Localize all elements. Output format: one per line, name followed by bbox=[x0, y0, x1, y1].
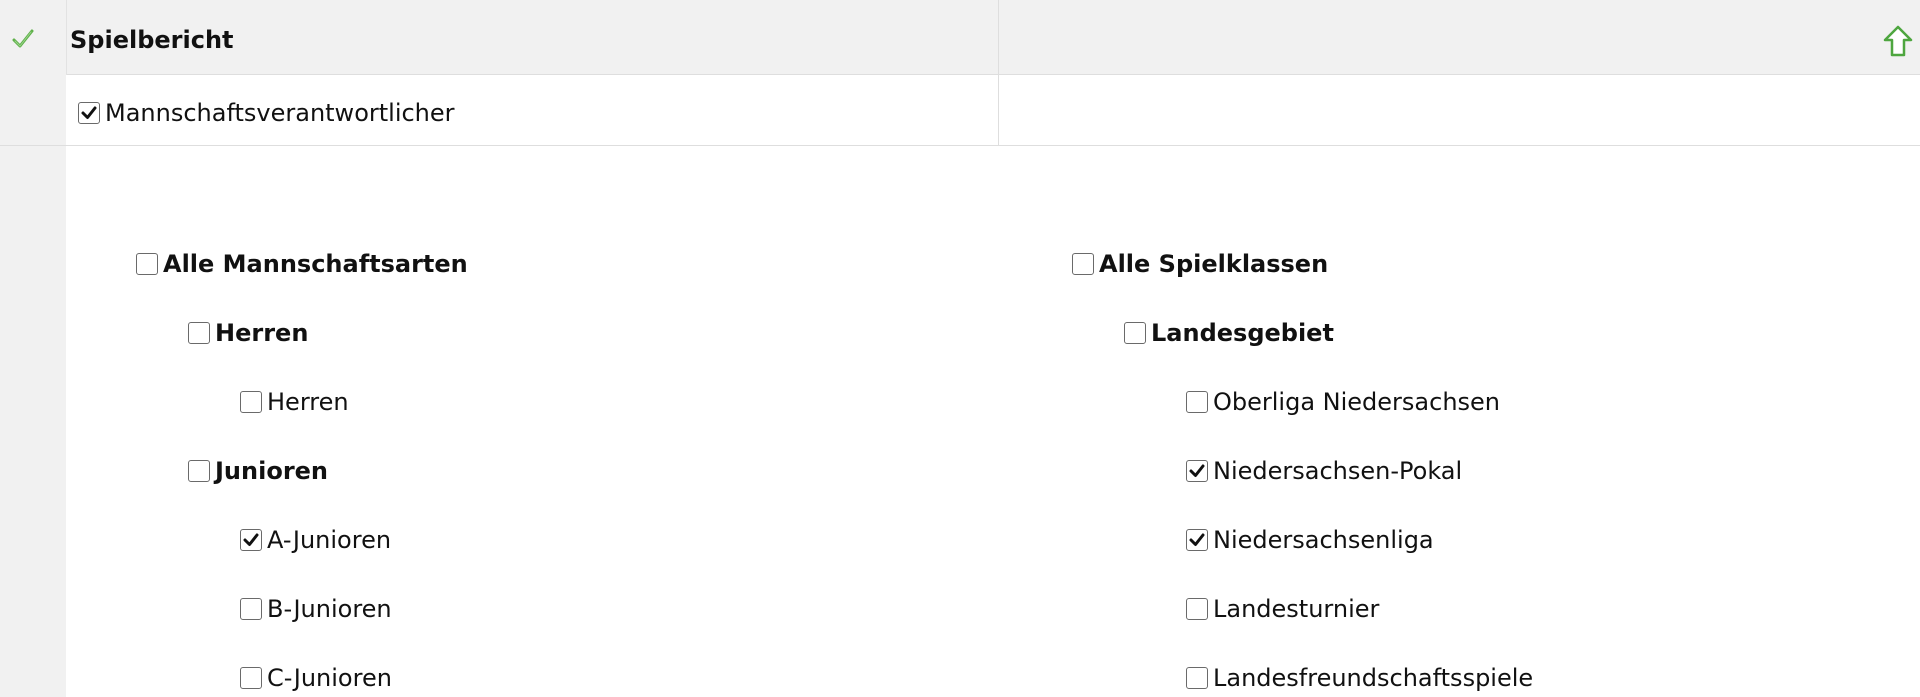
right-item-label: Oberliga Niedersachsen bbox=[1213, 388, 1501, 416]
left-item-label: Herren bbox=[215, 319, 309, 347]
left-item-label: Junioren bbox=[215, 457, 329, 485]
spielbericht-panel: Spielbericht Mannschaftsverantwortlicher… bbox=[0, 0, 1920, 697]
left-item[interactable]: Herren bbox=[240, 388, 349, 416]
niedersachsenliga-checkbox[interactable] bbox=[1186, 529, 1208, 551]
green-up-arrow-icon[interactable] bbox=[1882, 24, 1914, 58]
left-item[interactable]: Alle Mannschaftsarten bbox=[136, 250, 468, 278]
right-item-label: Landesturnier bbox=[1213, 595, 1380, 623]
right-item[interactable]: Niedersachsen-Pokal bbox=[1186, 457, 1462, 485]
left-item[interactable]: B-Junioren bbox=[240, 595, 392, 623]
herren-checkbox[interactable] bbox=[240, 391, 262, 413]
mannschaftsverantwortlicher-checkbox[interactable] bbox=[78, 102, 100, 124]
alle-spielklassen-checkbox[interactable] bbox=[1072, 253, 1094, 275]
green-check-icon bbox=[12, 29, 34, 48]
right-item[interactable]: Alle Spielklassen bbox=[1072, 250, 1328, 278]
right-item[interactable]: Oberliga Niedersachsen bbox=[1186, 388, 1500, 416]
junioren-group-checkbox[interactable] bbox=[188, 460, 210, 482]
b-junioren-checkbox[interactable] bbox=[240, 598, 262, 620]
mannschaftsverantwortlicher-label: Mannschaftsverantwortlicher bbox=[105, 99, 455, 127]
left-item-label: B-Junioren bbox=[267, 595, 392, 623]
left-item-label: Alle Mannschaftsarten bbox=[163, 250, 468, 278]
section-title: Spielbericht bbox=[70, 26, 234, 54]
left-item-label: C-Junioren bbox=[267, 664, 392, 692]
left-item[interactable]: C-Junioren bbox=[240, 664, 392, 692]
checkmark-icon bbox=[243, 533, 259, 546]
herren-group-checkbox[interactable] bbox=[188, 322, 210, 344]
right-item[interactable]: Landesgebiet bbox=[1124, 319, 1334, 347]
a-junioren-checkbox[interactable] bbox=[240, 529, 262, 551]
left-item[interactable]: A-Junioren bbox=[240, 526, 391, 554]
left-item-label: Herren bbox=[267, 388, 349, 416]
right-item-label: Landesfreundschaftsspiele bbox=[1213, 664, 1534, 692]
landesturnier-checkbox[interactable] bbox=[1186, 598, 1208, 620]
right-item[interactable]: Landesfreundschaftsspiele bbox=[1186, 664, 1533, 692]
right-item-label: Niedersachsen-Pokal bbox=[1213, 457, 1463, 485]
right-item[interactable]: Niedersachsenliga bbox=[1186, 526, 1434, 554]
checkmark-icon bbox=[1189, 464, 1205, 477]
alle-mannschaftsarten-checkbox[interactable] bbox=[136, 253, 158, 275]
left-item-label: A-Junioren bbox=[267, 526, 392, 554]
right-item-label: Niedersachsenliga bbox=[1213, 526, 1434, 554]
left-item[interactable]: Herren bbox=[188, 319, 308, 347]
checkmark-icon bbox=[81, 106, 97, 119]
right-item-label: Alle Spielklassen bbox=[1099, 250, 1329, 278]
left-item[interactable]: Junioren bbox=[188, 457, 328, 485]
checkmark-icon bbox=[1189, 533, 1205, 546]
c-junioren-checkbox[interactable] bbox=[240, 667, 262, 689]
right-item-label: Landesgebiet bbox=[1151, 319, 1334, 347]
landesgebiet-checkbox[interactable] bbox=[1124, 322, 1146, 344]
role-checkbox-row[interactable]: Mannschaftsverantwortlicher bbox=[78, 99, 455, 127]
landesfreundschaftsspiele-checkbox[interactable] bbox=[1186, 667, 1208, 689]
oberliga-niedersachsen-checkbox[interactable] bbox=[1186, 391, 1208, 413]
niedersachsen-pokal-checkbox[interactable] bbox=[1186, 460, 1208, 482]
role-empty-cell bbox=[999, 75, 1920, 145]
right-item[interactable]: Landesturnier bbox=[1186, 595, 1379, 623]
